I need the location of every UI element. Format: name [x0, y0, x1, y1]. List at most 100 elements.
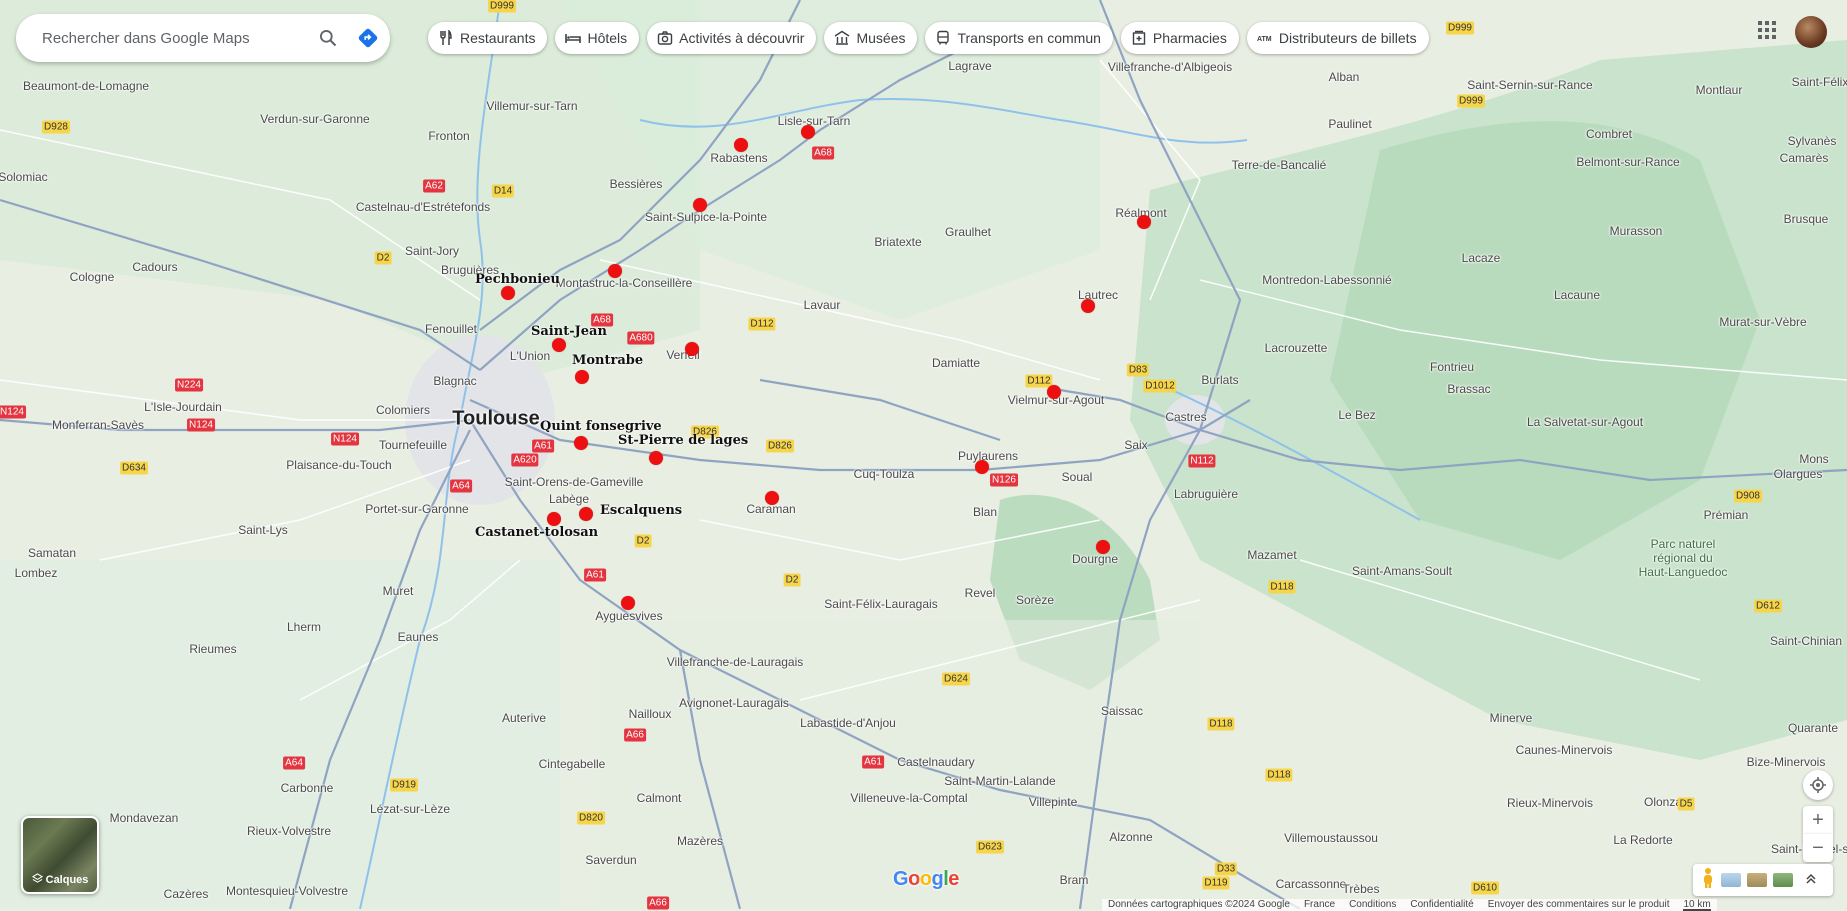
map-marker[interactable] — [621, 596, 635, 610]
road-badge: D112 — [1025, 374, 1053, 388]
privacy-link[interactable]: Confidentialité — [1410, 899, 1473, 911]
road-badge: N126 — [990, 473, 1018, 487]
road-badge: D118 — [1265, 768, 1293, 782]
place-label: Fronton — [428, 129, 470, 143]
map-marker[interactable] — [1137, 215, 1151, 229]
google-logo: Google — [893, 868, 959, 890]
map-marker[interactable] — [552, 338, 566, 352]
place-label: Briatexte — [874, 235, 922, 249]
map-footer: Données cartographiques ©2024 Google Fra… — [1102, 899, 1717, 911]
place-label: Muret — [382, 584, 414, 598]
place-label: Rieux-Minervois — [1506, 796, 1594, 810]
place-label: Lézat-sur-Lèze — [369, 802, 451, 816]
layers-button[interactable]: Calques — [21, 816, 99, 894]
imagery-bar — [1693, 864, 1833, 896]
imagery-thumb[interactable] — [1747, 873, 1767, 887]
road-badge: D623 — [976, 840, 1004, 854]
apps-grid-icon[interactable] — [1757, 20, 1777, 45]
pegman-icon[interactable] — [1701, 867, 1715, 894]
zoom-in-button[interactable]: + — [1803, 806, 1833, 834]
road-badge: N124 — [331, 432, 359, 446]
place-label: Burlats — [1201, 373, 1239, 387]
terms-link[interactable]: Conditions — [1349, 899, 1396, 911]
bed-icon — [565, 34, 582, 43]
map-marker[interactable] — [685, 342, 699, 356]
zoom-out-button[interactable]: − — [1803, 834, 1833, 862]
place-label: Labruguière — [1173, 487, 1239, 501]
place-label: Combret — [1585, 127, 1633, 141]
place-label: Portet-sur-Garonne — [365, 502, 469, 516]
road-badge: A620 — [511, 453, 539, 467]
map-marker[interactable] — [1047, 385, 1061, 399]
place-label: Villeneuve-la-Comptal — [850, 791, 968, 805]
search-icon[interactable] — [312, 22, 344, 54]
map-marker[interactable] — [649, 451, 663, 465]
place-label: Revel — [964, 586, 996, 600]
place-label: Carcassonne — [1275, 877, 1347, 891]
chip-label: Transports en commun — [957, 30, 1101, 46]
directions-icon[interactable] — [352, 22, 384, 54]
feedback-link[interactable]: Envoyer des commentaires sur le produit — [1488, 899, 1670, 911]
chip-pharmacies[interactable]: Pharmacies — [1120, 22, 1239, 54]
layers-icon — [31, 873, 43, 883]
chip-hotels[interactable]: Hôtels — [555, 22, 640, 54]
my-location-icon — [1810, 777, 1826, 793]
map-marker[interactable] — [574, 436, 588, 450]
account-area — [1757, 16, 1827, 48]
place-label: Villepinte — [1028, 795, 1078, 809]
place-label: Brusque — [1783, 212, 1829, 226]
map-marker[interactable] — [975, 460, 989, 474]
place-label: Saint-Sulpice-la-Pointe — [644, 210, 768, 224]
my-location-button[interactable] — [1803, 770, 1833, 800]
map-marker[interactable] — [693, 198, 707, 212]
map-marker[interactable] — [575, 370, 589, 384]
place-label: Blan — [972, 505, 998, 519]
avatar[interactable] — [1795, 16, 1827, 48]
map-marker[interactable] — [608, 264, 622, 278]
road-badge: D2 — [374, 251, 392, 265]
place-label: Saix — [1124, 438, 1148, 452]
place-label: Auterive — [501, 711, 547, 725]
place-label: Eaunes — [397, 630, 439, 644]
map-marker[interactable] — [801, 125, 815, 139]
road-badge: A61 — [532, 439, 554, 453]
scale-bar[interactable]: 10 km — [1683, 899, 1711, 911]
place-label: Trèbes — [1342, 882, 1380, 896]
place-label: La Redorte — [1613, 833, 1673, 847]
map-marker[interactable] — [765, 491, 779, 505]
place-label: Olargues — [1773, 467, 1823, 481]
place-label: Cazères — [163, 887, 209, 901]
map-marker[interactable] — [1081, 299, 1095, 313]
map-marker[interactable] — [1096, 540, 1110, 554]
map-marker[interactable] — [547, 512, 561, 526]
map-marker[interactable] — [734, 138, 748, 152]
country-link[interactable]: France — [1304, 899, 1335, 911]
chip-label: Distributeurs de billets — [1278, 30, 1417, 46]
map-marker[interactable] — [579, 507, 593, 521]
map-canvas[interactable] — [0, 0, 1847, 909]
place-label: Blagnac — [433, 374, 477, 388]
chip-atm[interactable]: ATM Distributeurs de billets — [1246, 22, 1429, 54]
place-label: L'Union — [509, 349, 551, 363]
map-marker[interactable] — [501, 286, 515, 300]
place-label: Castelnaudary — [897, 755, 975, 769]
camera-icon — [657, 31, 673, 45]
place-label: Saverdun — [585, 853, 637, 867]
chip-activities[interactable]: Activités à découvrir — [647, 22, 817, 54]
search-input[interactable] — [40, 28, 294, 48]
chip-museums[interactable]: Musées — [824, 22, 918, 54]
imagery-thumb[interactable] — [1721, 873, 1741, 887]
chip-transit[interactable]: Transports en commun — [925, 22, 1113, 54]
category-chips: Restaurants Hôtels Activités à découvrir… — [428, 22, 1429, 54]
expand-icon[interactable] — [1805, 871, 1817, 889]
place-label: Mazères — [676, 834, 724, 848]
place-label: Dourgne — [1071, 552, 1119, 566]
place-label: Fontrieu — [1429, 360, 1475, 374]
marker-label: Montrabe — [572, 353, 644, 368]
imagery-thumb[interactable] — [1773, 873, 1793, 887]
pharmacy-icon — [1132, 30, 1146, 45]
place-label: Castelnau-d'Estrétefonds — [355, 200, 491, 214]
place-label: Cadours — [132, 260, 178, 274]
chip-restaurants[interactable]: Restaurants — [428, 22, 548, 54]
place-label: Villemur-sur-Tarn — [486, 99, 578, 113]
